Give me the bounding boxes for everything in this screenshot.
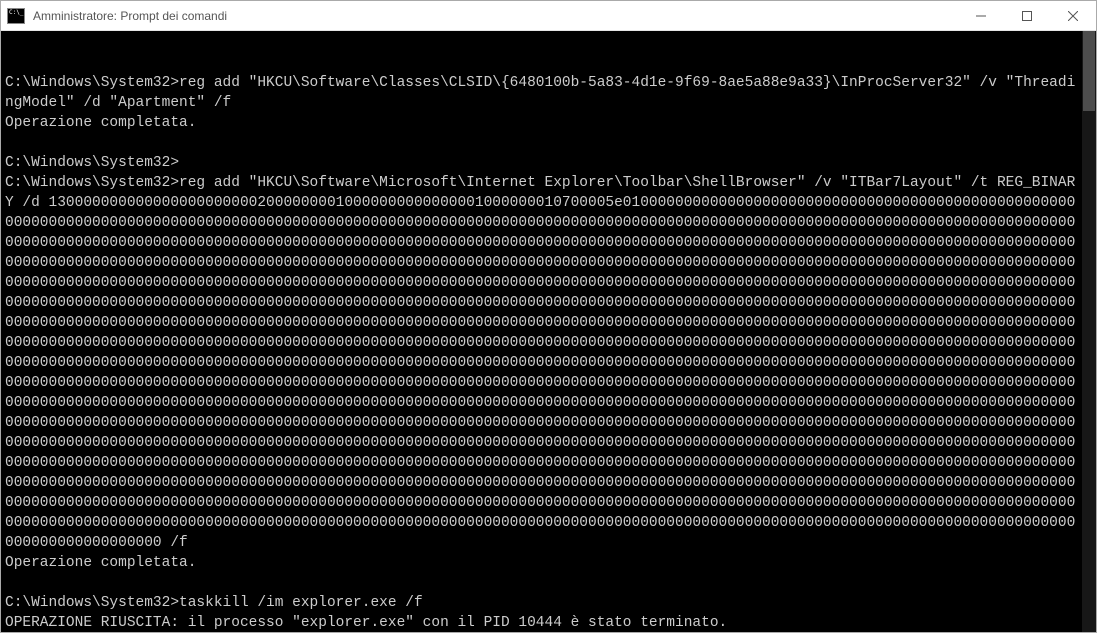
prompt: C:\Windows\System32>	[5, 595, 179, 611]
titlebar[interactable]: Amministratore: Prompt dei comandi	[1, 1, 1096, 31]
close-button[interactable]	[1050, 1, 1096, 30]
terminal-area[interactable]: C:\Windows\System32>reg add "HKCU\Softwa…	[1, 31, 1096, 632]
vertical-scrollbar[interactable]	[1082, 31, 1096, 632]
close-icon	[1068, 11, 1078, 21]
minimize-icon	[976, 11, 986, 21]
scrollbar-thumb[interactable]	[1083, 31, 1095, 111]
terminal-output: C:\Windows\System32>reg add "HKCU\Softwa…	[5, 73, 1096, 632]
command-prompt-window: Amministratore: Prompt dei comandi C:\Wi…	[0, 0, 1097, 633]
maximize-icon	[1022, 11, 1032, 21]
cmd-line-3: taskkill /im explorer.exe /f	[179, 595, 423, 611]
prompt: C:\Windows\System32>	[5, 75, 179, 91]
maximize-button[interactable]	[1004, 1, 1050, 30]
window-controls	[958, 1, 1096, 30]
result-line-1: Operazione completata.	[5, 115, 196, 131]
minimize-button[interactable]	[958, 1, 1004, 30]
result-line-kill: OPERAZIONE RIUSCITA: il processo "explor…	[5, 615, 727, 631]
prompt: C:\Windows\System32>	[5, 155, 179, 171]
window-title: Amministratore: Prompt dei comandi	[33, 9, 958, 23]
cmd-icon	[7, 8, 25, 24]
cmd-line-2: reg add "HKCU\Software\Microsoft\Interne…	[5, 175, 1075, 551]
result-line-2: Operazione completata.	[5, 555, 196, 571]
prompt: C:\Windows\System32>	[5, 175, 179, 191]
